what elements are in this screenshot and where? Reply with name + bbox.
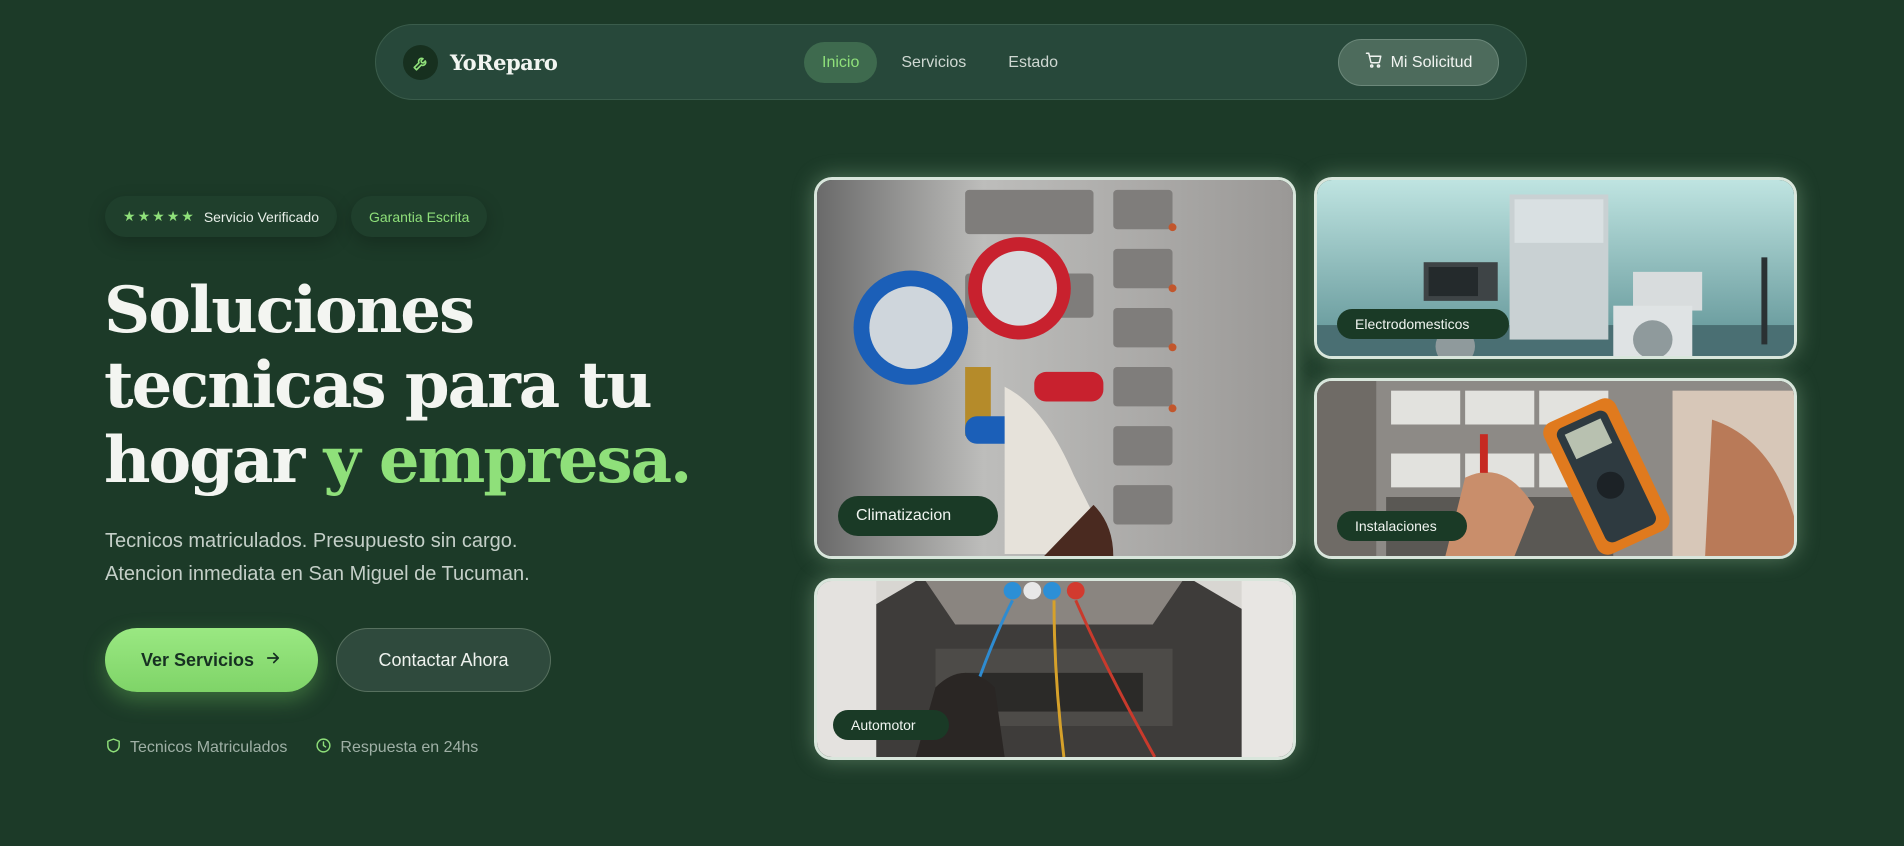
hero-badges: ★ ★ ★ ★ ★ Servicio Verificado Garantia E… (105, 196, 488, 237)
card-label-instalaciones: Instalaciones (1337, 511, 1467, 541)
service-card-instalaciones[interactable]: Instalaciones (1314, 378, 1797, 559)
nav-link-inicio[interactable]: Inicio (804, 42, 878, 83)
verified-badge-label: Servicio Verificado (203, 208, 319, 225)
service-card-electrodomesticos[interactable]: Electrodomesticos (1314, 177, 1797, 359)
ver-servicios-label: Ver Servicios (140, 649, 255, 670)
verified-badge: ★ ★ ★ ★ ★ Servicio Verificado (105, 196, 337, 237)
trust-item-tecnicos: Tecnicos Matriculados (105, 737, 287, 759)
nav-link-servicios[interactable]: Servicios (883, 42, 984, 83)
clock-icon (315, 737, 332, 759)
guarantee-badge: Garantia Escrita (350, 196, 488, 237)
star-icon: ★ (123, 208, 136, 224)
nav-links: Inicio Servicios Estado (804, 42, 1076, 83)
nav-link-estado[interactable]: Estado (990, 42, 1076, 83)
brand-name: YoReparo (450, 50, 558, 75)
star-icon: ★ (137, 208, 151, 224)
mi-solicitud-button[interactable]: Mi Solicitud (1338, 39, 1499, 86)
hero-subtext: Tecnicos matriculados. Presupuesto sin c… (105, 525, 665, 591)
shield-icon (105, 737, 122, 759)
trust-label-tecnicos: Tecnicos Matriculados (130, 739, 288, 756)
rating-stars: ★ ★ ★ ★ ★ (123, 208, 194, 225)
trust-label-respuesta: Respuesta en 24hs (340, 739, 479, 756)
card-label-automotor: Automotor (833, 710, 949, 740)
subtext-line-2: Atencion inmediata en San Miguel de Tucu… (105, 563, 530, 585)
subtext-line-1: Tecnicos matriculados. Presupuesto sin c… (105, 530, 518, 552)
mi-solicitud-label: Mi Solicitud (1390, 53, 1473, 71)
arrow-right-icon (264, 649, 282, 672)
cart-icon (1365, 51, 1383, 74)
headline-accent: y empresa. (323, 423, 692, 498)
contactar-ahora-button[interactable]: Contactar Ahora (336, 628, 551, 692)
wrench-icon (403, 45, 438, 80)
trust-indicators: Tecnicos Matriculados Respuesta en 24hs (105, 737, 478, 759)
star-icon: ★ (181, 208, 194, 224)
service-card-climatizacion[interactable]: Climatizacion (814, 177, 1296, 559)
top-navbar: YoReparo Inicio Servicios Estado Mi Soli… (375, 24, 1527, 100)
service-card-automotor[interactable]: Automotor (814, 578, 1296, 760)
ver-servicios-button[interactable]: Ver Servicios (105, 628, 318, 692)
hero-headline: Soluciones tecnicas para tu hogar y empr… (104, 273, 744, 498)
brand[interactable]: YoReparo (403, 45, 558, 80)
star-icon: ★ (166, 208, 180, 224)
card-label-electrodomesticos: Electrodomesticos (1337, 309, 1509, 339)
trust-item-respuesta: Respuesta en 24hs (315, 737, 478, 759)
star-icon: ★ (152, 208, 165, 224)
guarantee-badge-label: Garantia Escrita (368, 208, 470, 225)
card-label-climatizacion: Climatizacion (838, 496, 998, 536)
